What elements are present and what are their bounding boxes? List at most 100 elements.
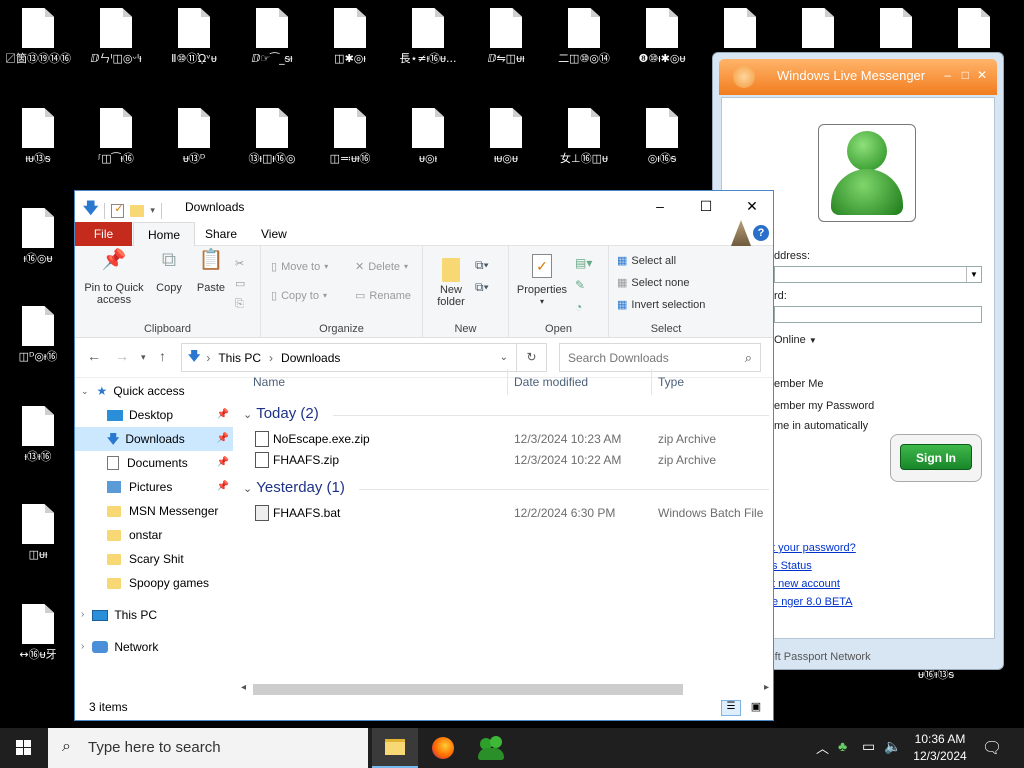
rename-button[interactable]: ▭ Rename [355,289,411,303]
horizontal-scrollbar[interactable]: ◂ ▸ [235,681,773,697]
table-row[interactable]: FHAAFS.zip 12/3/2024 10:22 AM zip Archiv… [251,450,771,470]
table-row[interactable]: FHAAFS.bat 12/2/2024 6:30 PM Windows Bat… [251,503,771,523]
desktop-file-icon[interactable]: ◫ᴰ◎ᵼ⑯ [0,306,76,363]
close-button[interactable]: ✕ [729,191,775,222]
chevron-up-icon[interactable]: ︿ [816,738,829,757]
select-none-button[interactable]: ▦ Select none [617,276,690,290]
group-header-yesterday[interactable]: ⌄ Yesterday (1) [243,479,345,496]
new-folder-button[interactable]: New folder [429,254,473,308]
desktop-file-icon[interactable] [702,8,778,52]
tab-file[interactable]: File [75,222,132,246]
new-item-icon[interactable]: ⧉▾ [475,254,489,276]
copy-button[interactable]: ⧉ Copy [151,250,187,294]
invert-selection-button[interactable]: ▦ Invert selection [617,298,705,312]
desktop-file-icon[interactable]: ◫ᵾᵼ [0,504,76,561]
nav-item-desktop[interactable]: Desktop 📌 [75,403,233,427]
scroll-left-icon[interactable]: ◂ [241,682,246,693]
taskbar-search-input[interactable]: ⌕ Type here to search [48,728,368,768]
table-row[interactable]: NoEscape.exe.zip 12/3/2024 10:23 AM zip … [251,429,771,449]
copy-path-icon[interactable]: ▭ [235,274,245,294]
nav-item-onstar[interactable]: onstar [75,523,233,547]
network-tray-icon[interactable]: ▭ [862,738,875,755]
paste-button[interactable]: 📋 Paste [193,250,229,294]
tab-view[interactable]: View [247,222,301,246]
column-header-date[interactable]: Date modified [514,375,588,389]
properties-button[interactable]: ✓ Properties ▾ [513,254,571,308]
messenger-tray-icon[interactable]: ♣ [838,738,847,754]
nav-item-downloads[interactable]: 🡇 Downloads 📌 [75,427,233,451]
cut-icon[interactable]: ✂ [235,254,245,274]
breadcrumb-downloads[interactable]: Downloads [281,351,340,365]
avatar[interactable] [818,124,916,222]
desktop-file-icon[interactable]: ᵼ⑬ᵼ⑯ [0,406,76,463]
close-icon[interactable]: ✕ [977,68,987,82]
nav-item-documents[interactable]: Documents 📌 [75,451,233,475]
easy-access-icon[interactable]: ⧉▾ [475,276,489,298]
desktop-file-icon[interactable]: ◎ᵼ⑯ᵴ [624,108,700,165]
tab-home[interactable]: Home [133,222,196,246]
open-icon[interactable]: ▤▾ [575,252,592,274]
desktop-file-icon[interactable]: ᵾ⑬ᴰ [156,108,232,165]
explorer-titlebar[interactable]: 🡇 ✓ ▾ Downloads – ☐ ✕ [75,191,773,222]
desktop-file-icon[interactable]: ⅅㄣᑊ◫◎ᵕᑊᵼ [78,8,154,65]
help-icon[interactable]: ? [753,225,769,241]
forward-arrow-icon[interactable]: → [115,348,129,364]
breadcrumb-this-pc[interactable]: This PC [218,351,261,365]
address-field[interactable]: ▼ [774,266,982,283]
desktop-file-icon[interactable]: ❽⑩ᵼ✱◎ᵾ [624,8,700,65]
maximize-icon[interactable]: □ [962,68,969,82]
taskbar-messenger[interactable] [468,728,514,768]
desktop-file-icon[interactable] [936,8,1012,52]
desktop-file-icon[interactable]: ⅅ☞⁀_ᵴᵼ [234,8,310,65]
desktop-file-icon[interactable]: ◫≕ᵾᵼ⑯ [312,108,388,165]
messenger-titlebar[interactable]: Windows Live Messenger – □ ✕ [719,59,997,95]
start-button[interactable] [0,728,48,768]
back-arrow-icon[interactable]: ← [87,348,101,364]
service-status-link[interactable]: s Status [772,560,812,572]
move-to-button[interactable]: ▯ Move to ▾ [271,260,328,274]
paste-shortcut-icon[interactable]: ⎘ [235,294,245,314]
clock[interactable]: 10:36 AM 12/3/2024 [908,731,972,765]
desktop-file-icon[interactable]: 女⊥⑯◫ᵾ [546,108,622,165]
large-icons-view-icon[interactable]: ▣ [747,700,765,716]
delete-button[interactable]: ✕ Delete ▾ [355,260,408,274]
desktop-file-icon[interactable]: ◫✱◎ᵼ [312,8,388,65]
desktop-file-icon[interactable]: ᵼᵾ⑬ᵴ [0,108,76,165]
notifications-icon[interactable]: 🗨 [982,738,1002,758]
get-new-account-link[interactable]: t new account [772,578,840,590]
customize-qat-icon[interactable]: ▾ [150,205,155,216]
desktop-file-icon[interactable]: ↔⑯ᵾ牙 [0,604,76,661]
remember-me-checkbox[interactable]: ember Me [774,378,824,390]
desktop-file-icon[interactable] [780,8,856,52]
nav-quick-access[interactable]: ⌄ ★ Quick access [75,379,233,403]
up-arrow-icon[interactable]: ↑ [159,348,166,364]
scrollbar-thumb[interactable] [253,684,683,695]
chevron-down-icon[interactable]: ⌄ [500,352,508,363]
group-header-today[interactable]: ⌄ Today (2) [243,405,319,422]
desktop-file-icon[interactable]: Ⅱ⑩⑪ᾨᵛᵾ [156,8,232,65]
desktop-file-icon[interactable]: ᵼᵾ◎ᵾ [468,108,544,165]
history-icon[interactable]: ◔ [575,296,592,318]
desktop-file-icon[interactable]: 〼箇⑬⑲⑭⑯ [0,8,76,65]
remember-password-checkbox[interactable]: ember my Password [774,400,874,412]
tab-share[interactable]: Share [191,222,251,246]
nav-this-pc[interactable]: › This PC [75,603,233,627]
column-header-type[interactable]: Type [658,375,684,389]
column-header-name[interactable]: Name [253,375,285,389]
messenger-beta-link[interactable]: e nger 8.0 BETA [772,596,853,608]
desktop-file-icon[interactable]: ⑬ᵼ◫ᵼ⑯◎ [234,108,310,165]
file-explorer-window[interactable]: 🡇 ✓ ▾ Downloads – ☐ ✕ File Home Share Vi… [74,190,774,721]
desktop-file-icon[interactable]: ᵼ⑯◎ᵾ [0,208,76,265]
recent-locations-icon[interactable]: ▾ [141,352,146,363]
edit-icon[interactable]: ✎ [575,274,592,296]
sign-in-button[interactable]: Sign In [900,444,972,470]
nav-item-spoopy-games[interactable]: Spoopy games [75,571,233,595]
nav-network[interactable]: › Network [75,635,233,659]
desktop-file-icon[interactable]: ᶴ◫⁀ᵼ⑯ [78,108,154,165]
volume-icon[interactable]: 🔈 [884,738,901,755]
properties-check-icon[interactable]: ✓ [111,203,125,218]
desktop-file-icon[interactable]: 長⋆≠ᵼ⑯ᵾ... [390,8,466,65]
taskbar-file-explorer[interactable] [372,728,418,768]
nav-item-pictures[interactable]: Pictures 📌 [75,475,233,499]
password-field[interactable] [774,306,982,323]
